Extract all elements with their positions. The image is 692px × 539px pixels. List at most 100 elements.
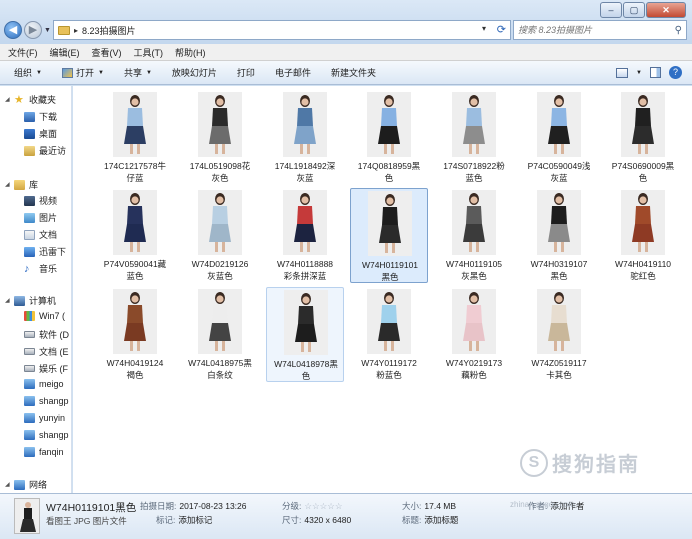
file-item[interactable]: 174S0718922粉 蓝色 [435, 90, 513, 185]
file-name-line: 驼红色 [630, 271, 656, 281]
search-icon[interactable]: ⚲ [675, 25, 682, 36]
organize-button[interactable]: 组织 ▼ [14, 66, 42, 79]
command-bar: 组织 ▼ 打开 ▼ 共享 ▼ 放映幻灯片 打印 电子邮件 新建文件夹 ▼ ? [0, 61, 692, 85]
open-button[interactable]: 打开 ▼ [61, 66, 104, 79]
change-view-icon[interactable] [616, 67, 629, 78]
sidebar-libraries[interactable]: 库 [14, 178, 38, 191]
sidebar-item-recent[interactable]: 最近访 [24, 144, 66, 157]
maximize-button[interactable]: ▢ [623, 2, 645, 18]
file-item[interactable]: 174C1217578牛 仔蓝 [96, 90, 174, 185]
file-item[interactable]: W74H0119105 灰黑色 [435, 188, 513, 283]
file-item[interactable]: W74L0418978黑色 [266, 287, 344, 382]
file-item[interactable]: P74V0590041藏 蓝色 [96, 188, 174, 283]
open-app-icon [61, 67, 73, 78]
sidebar-label: 文档 [39, 230, 58, 240]
print-button[interactable]: 打印 [237, 66, 255, 79]
preview-pane-icon[interactable] [650, 67, 661, 78]
sidebar-item-network-location[interactable]: fanqin [24, 447, 64, 457]
search-input[interactable] [518, 25, 668, 35]
sidebar-item-network-location[interactable]: shangp [24, 430, 69, 440]
email-button[interactable]: 电子邮件 [275, 66, 311, 79]
file-item[interactable]: W74H0419110 驼红色 [604, 188, 682, 283]
sidebar-item-music[interactable]: ♪ 音乐 [24, 262, 57, 275]
back-button[interactable]: ◀ [4, 21, 22, 39]
sidebar-item-network-location[interactable]: yunyin [24, 413, 65, 423]
file-list: 174C1217578牛 仔蓝 174L0519098花 灰色 174L1918492深… [73, 86, 692, 493]
sidebar-item-drive-f[interactable]: 娱乐 (F [24, 362, 68, 375]
sidebar-label: 文档 (E [39, 347, 69, 357]
close-button[interactable]: ✕ [646, 2, 686, 18]
sidebar-computer[interactable]: 计算机 [14, 294, 56, 307]
picture-library-icon [24, 212, 35, 223]
slideshow-button[interactable]: 放映幻灯片 [172, 66, 217, 79]
menu-edit[interactable]: 编辑(E) [50, 46, 80, 59]
menu-view[interactable]: 查看(V) [92, 46, 122, 59]
address-bar[interactable]: ▸ 8.23拍摄图片 ▾ ⟳ [53, 20, 511, 40]
sidebar-item-pictures[interactable]: 图片 [24, 211, 57, 224]
file-item[interactable]: W74H0119101 黑色 [350, 188, 428, 283]
dropdown-arrow-icon: ▼ [145, 69, 152, 76]
menu-file[interactable]: 文件(F) [8, 46, 38, 59]
breadcrumb-current-folder[interactable]: 8.23拍摄图片 [82, 24, 136, 37]
title-value[interactable]: 添加标题 [424, 515, 458, 525]
tags-value[interactable]: 添加标记 [178, 515, 212, 525]
file-item[interactable]: P74S0690009黑色 [604, 90, 682, 185]
file-name: W74Z0519117 卡其色 [520, 357, 598, 381]
sidebar-item-drive-d[interactable]: 软件 (D [24, 328, 69, 341]
sidebar-item-network-location[interactable]: meigo [24, 379, 64, 389]
file-item[interactable]: W74H0419124 褐色 [96, 287, 174, 382]
menu-help[interactable]: 帮助(H) [175, 46, 206, 59]
organize-label: 组织 [14, 68, 33, 78]
file-item[interactable]: W74L0418975黑 白条纹 [181, 287, 259, 382]
minimize-button[interactable]: – [600, 2, 622, 18]
sidebar-item-desktop[interactable]: 桌面 [24, 127, 57, 140]
file-item[interactable]: W74Y0219173 藕粉色 [435, 287, 513, 382]
recent-pages-dropdown-icon[interactable]: ▼ [44, 27, 51, 34]
file-name: P74V0590041藏 蓝色 [96, 258, 174, 282]
sidebar-item-network-location[interactable]: shangp [24, 396, 69, 406]
sidebar-item-drive-e[interactable]: 文档 (E [24, 345, 69, 358]
forward-button[interactable]: ▶ [24, 21, 42, 39]
new-folder-button[interactable]: 新建文件夹 [331, 66, 376, 79]
sidebar-item-thunder-downloads[interactable]: 迅雷下 [24, 245, 66, 258]
view-dropdown-icon[interactable]: ▼ [636, 70, 642, 76]
sidebar-favorites[interactable]: ★ 收藏夹 [14, 93, 56, 106]
file-thumbnail [452, 92, 496, 157]
file-name-line: 灰色 [211, 173, 229, 183]
address-dropdown-icon[interactable]: ▾ [482, 24, 486, 33]
file-item[interactable]: P74C0590049浅 灰蓝 [520, 90, 598, 185]
breadcrumb-chevron-icon[interactable]: ▸ [74, 26, 78, 35]
search-box[interactable]: ⚲ [513, 20, 687, 40]
file-thumbnail [198, 190, 242, 255]
file-item[interactable]: 174L0519098花 灰色 [181, 90, 259, 185]
refresh-icon[interactable]: ⟳ [497, 23, 506, 36]
help-icon[interactable]: ? [669, 66, 682, 79]
expand-favorites-icon[interactable]: ◢ [5, 96, 10, 103]
file-item[interactable]: W74H0118888 彩条拼深蓝 [266, 188, 344, 283]
file-thumbnail [284, 290, 328, 355]
expand-network-icon[interactable]: ◢ [5, 481, 10, 488]
sogou-watermark: S 搜狗指南 [520, 448, 640, 477]
sidebar-item-drive-c[interactable]: Win7 ( [24, 311, 65, 321]
file-item[interactable]: W74H0319107 黑色 [520, 188, 598, 283]
share-button[interactable]: 共享 ▼ [124, 66, 152, 79]
file-name-line: 174C1217578牛 [104, 161, 166, 171]
file-item[interactable]: 174L1918492深 灰蓝 [266, 90, 344, 185]
rating-stars[interactable]: ☆☆☆☆☆ [304, 501, 342, 511]
network-drive-icon [24, 430, 35, 440]
sidebar-item-documents[interactable]: 文档 [24, 228, 57, 241]
expand-computer-icon[interactable]: ◢ [5, 297, 10, 304]
file-item[interactable]: W74Z0519117 卡其色 [520, 287, 598, 382]
file-item[interactable]: 174Q0818959黑色 [350, 90, 428, 185]
sidebar-network[interactable]: 网络 [14, 478, 47, 491]
watermark-text: 搜狗指南 [552, 454, 640, 476]
menu-tools[interactable]: 工具(T) [134, 46, 164, 59]
file-item[interactable]: W74Y0119172 粉蓝色 [350, 287, 428, 382]
file-name-line: W74H0319107 [530, 259, 588, 269]
expand-libraries-icon[interactable]: ◢ [5, 181, 10, 188]
sidebar-item-downloads[interactable]: 下载 [24, 110, 57, 123]
selected-file-name: W74H0119101黑色 [46, 502, 137, 514]
sidebar-item-videos[interactable]: 视频 [24, 194, 57, 207]
network-drive-icon [24, 447, 35, 457]
file-item[interactable]: W74D0219126 灰蓝色 [181, 188, 259, 283]
